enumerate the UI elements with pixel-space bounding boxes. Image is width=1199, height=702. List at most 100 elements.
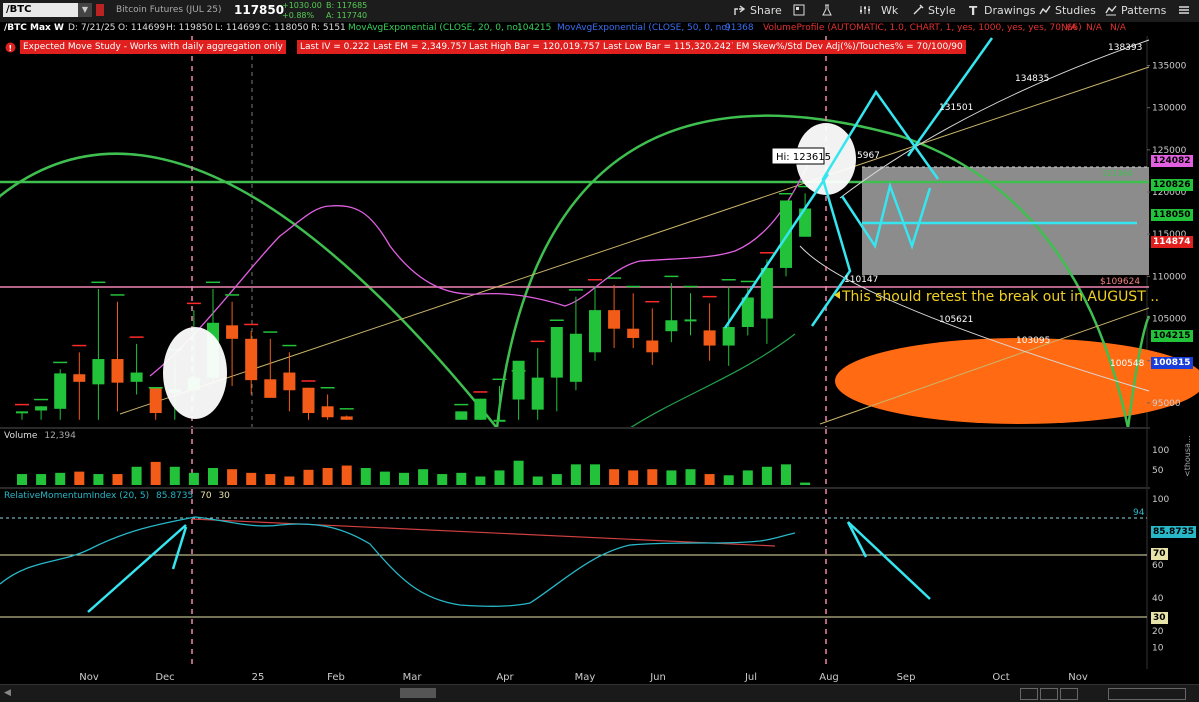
candle-body [35,406,48,411]
volume-bar [800,482,811,485]
volume-bar [456,472,467,485]
rmi-chart[interactable]: 100806040201094 [0,489,1199,669]
scroll-left-icon[interactable]: ◀ [4,688,14,698]
bar-high: H: 119850 [166,23,214,33]
share-button[interactable]: Share [734,3,782,19]
volume-bars [17,460,811,485]
em-last-em: Last EM = 2,349.7573 [370,40,476,54]
volume-bar [551,474,562,485]
month-label: Dec [155,672,174,683]
price-tag: 100815 [1151,357,1193,369]
candle-body [780,200,792,268]
volume-bar [227,469,238,485]
drawings-button[interactable]: T Drawings [968,3,1035,19]
volume-bar [265,474,276,485]
volume-bar [666,470,677,485]
volume-bar [246,472,257,485]
price-tag: 114874 [1151,236,1193,248]
time-axis: Nov Dec 25 Feb Mar Apr May Jun Jul Aug Sep Oct Nov [79,672,1088,683]
callout-text: This should retest the break out in AUGU… [841,289,1159,305]
drawing-set-selector[interactable] [1108,688,1186,700]
volume-axis-50: 50 [1152,466,1164,476]
price-tag: 85.8735 [1151,526,1196,538]
chart-title: /BTC Max W [4,23,64,33]
candle-body [302,387,315,414]
volume-chart[interactable]: 100 50 <thousa... [0,429,1199,487]
volume-bar [208,467,218,485]
candle-body [722,327,735,346]
sliders-button[interactable] [859,3,875,19]
arc-left [0,152,498,428]
candle-body [264,379,277,398]
ema20-label: MovAvgExponential (CLOSE, 20, 0, no) [348,23,522,33]
patterns-icon [1105,5,1117,16]
horizontal-scrollbar[interactable]: ◀ [0,684,1199,702]
vp-level-label: 121364 [1102,169,1133,178]
candle-body [703,330,716,346]
share-label: Share [750,4,782,17]
level-label-110147: 110147 [844,275,878,285]
volume-bar [437,474,448,485]
flexgrid-button[interactable] [793,3,809,19]
cyan-trend-line [723,173,830,329]
rmi-peak-label: 94 [1133,508,1145,518]
ask-price: A: 117740 [326,11,368,20]
patterns-button[interactable]: Patterns [1105,3,1166,19]
volume-bar [418,469,429,485]
volume-profile-label: VolumeProfile (AUTOMATIC, 1.0, CHART, 1,… [763,23,1082,33]
scroll-thumb[interactable] [400,688,436,698]
cyan-rmi-arrow-1 [87,524,187,613]
info-icon[interactable]: ! [5,42,16,53]
volume-bar [685,469,696,485]
menu-button[interactable] [1178,3,1194,19]
highlight-ellipse-dec [163,327,227,419]
candle-body [569,333,582,382]
style-button[interactable]: Style [912,3,956,19]
symbol-dropdown-icon[interactable]: ▼ [78,3,92,17]
month-label: 25 [252,672,265,683]
cyan-arrow-up-right [906,37,994,157]
rmi-axis-tick: 20 [1152,627,1164,637]
level-label-100548: 100548 [1110,359,1145,369]
candle-body [493,419,506,422]
volume-bar [475,476,486,485]
volume-bar [284,476,295,485]
zoom-out-icon[interactable] [1020,688,1038,700]
bar-open: O: 114699 [118,23,166,33]
candle-body [111,359,124,383]
month-label: Apr [496,672,514,683]
price-axis-tick: 95000 [1152,399,1181,409]
cyan-rmi-arrow-4 [846,521,868,558]
volume-bar [570,464,581,485]
price-tag: 104215 [1151,330,1193,342]
zoom-fit-icon[interactable] [1040,688,1058,700]
change-percent: +0.88% [282,11,315,20]
candle-body [226,325,239,339]
rmi-axis-tick: 60 [1152,561,1164,571]
candle-body [455,411,468,420]
level-label-134835: 134835 [1015,74,1049,84]
flask-button[interactable] [821,3,837,19]
symbol-input[interactable]: /BTC [3,3,89,17]
candle-body [73,374,86,382]
style-icon [913,4,924,15]
studies-button[interactable]: Studies [1039,3,1096,19]
month-label: Aug [819,672,839,683]
price-chart[interactable]: Hi: 123615 138393 134835 131501 5967 110… [0,36,1199,428]
flag-icon[interactable] [96,4,104,16]
price-axis-tick: 130000 [1152,104,1187,114]
volume-bar [360,467,371,485]
price-tag: 70 [1151,548,1168,560]
candle-body [550,327,563,378]
studies-label: Studies [1055,4,1096,17]
volume-bar [704,474,715,485]
svg-text:T: T [969,4,978,16]
em-last-high: Last High Bar = 120,019.7573 [466,40,609,54]
zoom-in-icon[interactable] [1060,688,1078,700]
price-tag: 124082 [1151,155,1193,167]
timeframe-button[interactable]: Wk [881,3,898,19]
volume-bar [322,467,333,485]
vp-na-1: N/A [1061,23,1077,33]
volume-bar [150,461,161,485]
share-icon [734,5,746,15]
